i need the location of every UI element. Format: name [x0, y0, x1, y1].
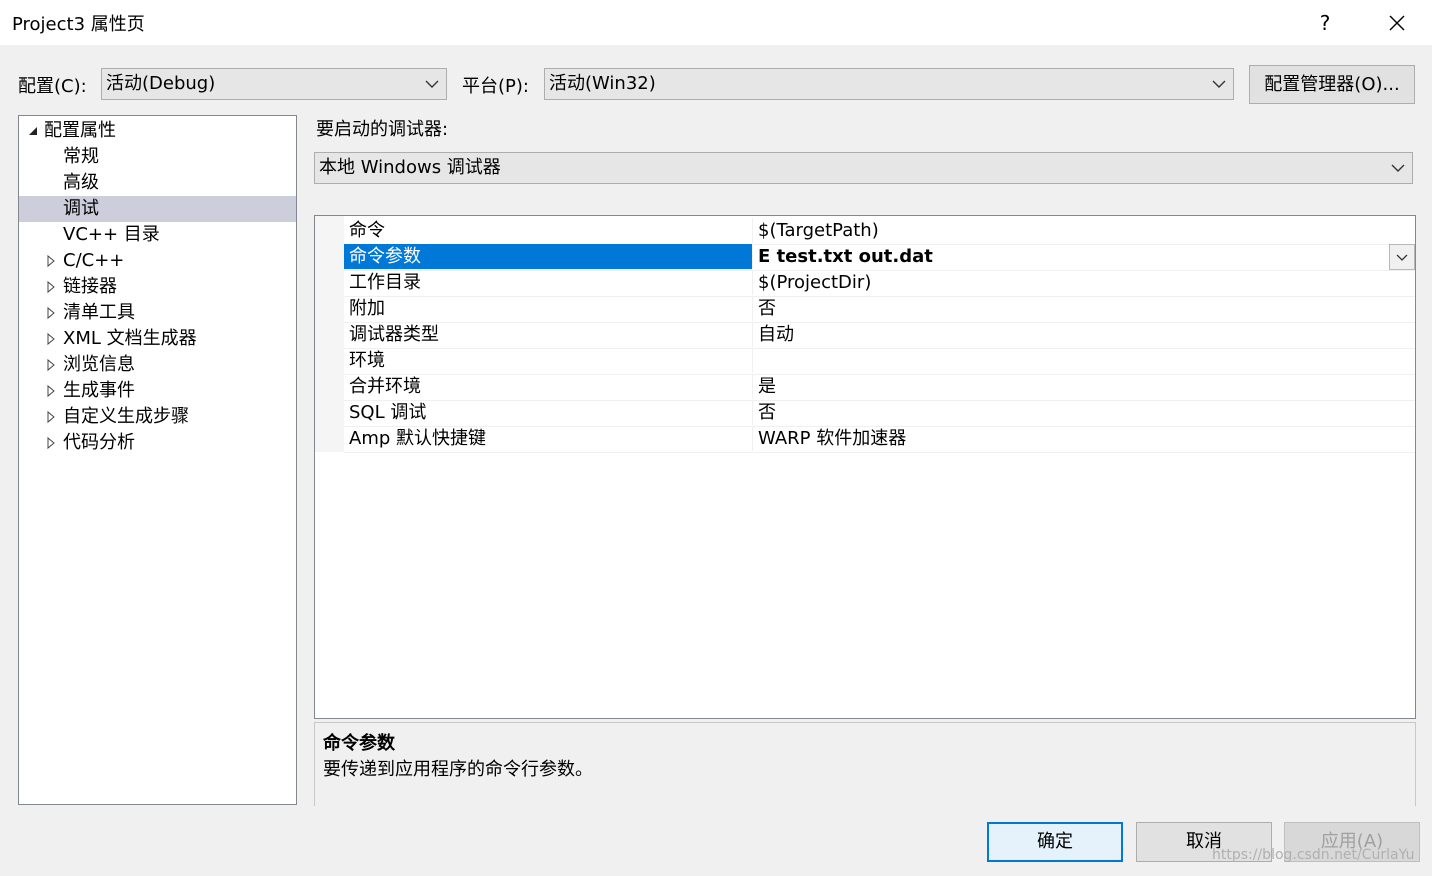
collapsed-triangle-icon: [47, 384, 55, 398]
collapsed-triangle-icon: [47, 436, 55, 450]
property-value[interactable]: 否: [754, 400, 1415, 425]
chevron-down-icon: [1391, 164, 1405, 172]
platform-value: 活动(Win32): [549, 73, 656, 94]
tree-item-xml-doc-generator[interactable]: XML 文档生成器: [19, 326, 296, 352]
config-label: 配置(C):: [18, 76, 87, 97]
collapsed-triangle-icon: [47, 254, 55, 268]
tree-root-config-properties[interactable]: 配置属性: [19, 118, 296, 144]
grid-row-debugger-type[interactable]: 调试器类型 自动: [344, 322, 1415, 349]
tree-item-label: 自定义生成步骤: [63, 406, 189, 427]
platform-label: 平台(P):: [462, 76, 529, 97]
property-name: 命令: [344, 218, 753, 243]
property-name: 附加: [344, 296, 753, 321]
grid-row-command-arguments[interactable]: 命令参数 E test.txt out.dat: [344, 244, 1415, 271]
tree-item-label: C/C++: [63, 250, 125, 271]
debugger-value: 本地 Windows 调试器: [319, 157, 501, 178]
tree-item-custom-build-step[interactable]: 自定义生成步骤: [19, 404, 296, 430]
grid-row-attach[interactable]: 附加 否: [344, 296, 1415, 323]
grid-row-command[interactable]: 命令 $(TargetPath): [344, 218, 1415, 245]
property-name: 环境: [344, 348, 753, 373]
property-value[interactable]: 否: [754, 296, 1415, 321]
property-dropdown-button[interactable]: [1389, 244, 1415, 270]
tree-item-general[interactable]: 常规: [19, 144, 296, 170]
collapsed-triangle-icon: [47, 280, 55, 294]
property-value-input[interactable]: E test.txt out.dat: [754, 244, 1415, 269]
tree-item-browse-info[interactable]: 浏览信息: [19, 352, 296, 378]
property-name: SQL 调试: [344, 400, 753, 425]
tree-item-manifest-tool[interactable]: 清单工具: [19, 300, 296, 326]
debugger-combo[interactable]: 本地 Windows 调试器: [314, 152, 1413, 184]
property-name: 命令参数: [344, 244, 753, 269]
title-bar: Project3 属性页 ?: [0, 0, 1432, 45]
ok-button[interactable]: 确定: [987, 822, 1123, 862]
tree-item-advanced[interactable]: 高级: [19, 170, 296, 196]
watermark: https://blog.csdn.net/CurlaYu: [1212, 847, 1415, 863]
property-name: Amp 默认快捷键: [344, 426, 753, 451]
collapsed-triangle-icon: [47, 306, 55, 320]
property-tree: 配置属性 常规 高级 调试 VC++ 目录 C/C++ 链接器 清单工具 XML…: [18, 115, 297, 805]
tree-item-label: 调试: [63, 198, 99, 219]
tree-item-label: 生成事件: [63, 380, 135, 401]
help-button[interactable]: ?: [1310, 8, 1340, 38]
tree-item-label: 常规: [63, 146, 99, 167]
tree-item-label: 高级: [63, 172, 99, 193]
description-title: 命令参数: [323, 733, 395, 754]
tree-item-label: 浏览信息: [63, 354, 135, 375]
property-value[interactable]: $(TargetPath): [754, 218, 1415, 243]
tree-item-c-cpp[interactable]: C/C++: [19, 248, 296, 274]
collapsed-triangle-icon: [47, 332, 55, 346]
config-manager-button[interactable]: 配置管理器(O)...: [1249, 65, 1415, 104]
grid-row-merge-environment[interactable]: 合并环境 是: [344, 374, 1415, 401]
property-name: 合并环境: [344, 374, 753, 399]
config-combo[interactable]: 活动(Debug): [101, 68, 447, 100]
grid-row-sql-debugging[interactable]: SQL 调试 否: [344, 400, 1415, 427]
property-name: 工作目录: [344, 270, 753, 295]
tree-item-vc-directories[interactable]: VC++ 目录: [19, 222, 296, 248]
tree-item-build-events[interactable]: 生成事件: [19, 378, 296, 404]
property-value[interactable]: $(ProjectDir): [754, 270, 1415, 295]
grid-row-working-directory[interactable]: 工作目录 $(ProjectDir): [344, 270, 1415, 297]
chevron-down-icon: [1396, 254, 1408, 261]
tree-item-label: 清单工具: [63, 302, 135, 323]
property-value[interactable]: 是: [754, 374, 1415, 399]
tree-item-label: VC++ 目录: [63, 224, 160, 245]
description-text: 要传递到应用程序的命令行参数。: [323, 759, 593, 780]
tree-item-label: 链接器: [63, 276, 117, 297]
collapsed-triangle-icon: [47, 410, 55, 424]
chevron-down-icon: [1212, 80, 1226, 88]
close-button[interactable]: [1380, 8, 1414, 38]
debugger-label: 要启动的调试器:: [316, 119, 449, 140]
tree-item-linker[interactable]: 链接器: [19, 274, 296, 300]
tree-item-label: 配置属性: [44, 120, 116, 141]
description-panel: 命令参数 要传递到应用程序的命令行参数。: [314, 722, 1416, 806]
chevron-down-icon: [425, 80, 439, 88]
property-value[interactable]: [754, 348, 1415, 373]
grid-row-environment[interactable]: 环境: [344, 348, 1415, 375]
platform-combo[interactable]: 活动(Win32): [544, 68, 1234, 100]
grid-gutter: [315, 216, 344, 452]
tree-item-label: 代码分析: [63, 432, 135, 453]
collapsed-triangle-icon: [47, 358, 55, 372]
grid-row-amp-default-accelerator[interactable]: Amp 默认快捷键 WARP 软件加速器: [344, 426, 1415, 453]
property-value[interactable]: WARP 软件加速器: [754, 426, 1415, 451]
property-name: 调试器类型: [344, 322, 753, 347]
tree-item-code-analysis[interactable]: 代码分析: [19, 430, 296, 456]
window-title: Project3 属性页: [12, 14, 145, 35]
expanded-triangle-icon: [29, 127, 37, 135]
tree-item-debugging[interactable]: 调试: [19, 196, 296, 222]
tree-item-label: XML 文档生成器: [63, 328, 197, 349]
property-grid: 命令 $(TargetPath) 命令参数 E test.txt out.dat…: [314, 215, 1416, 719]
close-icon: [1389, 15, 1405, 31]
config-value: 活动(Debug): [106, 73, 216, 94]
property-value[interactable]: 自动: [754, 322, 1415, 347]
